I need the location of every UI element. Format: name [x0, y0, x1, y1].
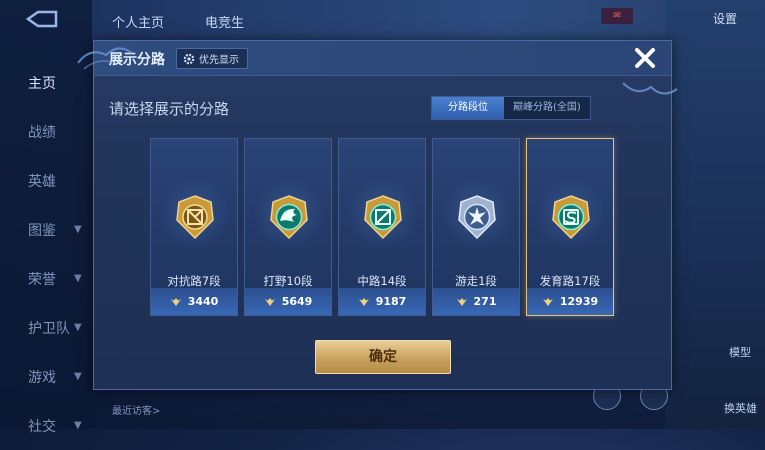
sidebar-item-label: 社交: [28, 418, 56, 435]
sidebar-item-record[interactable]: 战绩: [0, 107, 92, 156]
lane-score-value: 9187: [375, 295, 407, 308]
back-icon[interactable]: [22, 8, 62, 32]
sidebar-item-guard[interactable]: 护卫队 ▼: [0, 303, 92, 352]
tab-esports[interactable]: 电竞生: [205, 12, 244, 31]
lane-rank-label: 打野10段: [263, 274, 313, 288]
lane-card[interactable]: 打野10段 5649: [244, 138, 332, 316]
sidebar-item-label: 英雄: [28, 173, 56, 190]
cloud-ornament-icon: [77, 47, 133, 70]
side-nav: 主页 战绩 英雄 图鉴 ▼ 荣誉 ▼ 护卫队 ▼ 游戏 ▼ 社交 ▼: [0, 58, 92, 450]
sidebar-item-label: 主页: [28, 75, 56, 92]
lane-score-value: 5649: [281, 295, 313, 308]
sidebar-item-label: 图鉴: [28, 222, 56, 239]
lane-card[interactable]: 游走1段 271: [432, 138, 520, 316]
medal-icon: [358, 297, 369, 306]
recent-visitors-link[interactable]: 最近访客>: [112, 402, 160, 417]
sidebar-item-label: 护卫队: [28, 320, 70, 337]
hero-scene: [665, 0, 765, 429]
sidebar-item-codex[interactable]: 图鉴 ▼: [0, 205, 92, 254]
tab-lane-rank[interactable]: 分路段位: [432, 97, 504, 119]
sidebar-item-label: 游戏: [28, 369, 56, 386]
medal-icon: [456, 297, 467, 306]
chevron-down-icon: ▼: [74, 420, 82, 431]
priority-display-button[interactable]: 优先显示: [176, 48, 248, 69]
lane-rank-label: 对抗路7段: [167, 274, 221, 288]
priority-display-label: 优先显示: [199, 55, 239, 66]
dialog-subtitle: 请选择展示的分路: [109, 100, 230, 118]
lane-score: 5649: [245, 288, 331, 315]
tab-peak-lane[interactable]: 巅峰分路(全国): [504, 97, 590, 119]
clash-lane-emblem-icon: [176, 195, 214, 240]
roam-emblem-icon: [458, 195, 496, 240]
lane-score-value: 12939: [559, 295, 599, 308]
confirm-button[interactable]: 确定: [315, 340, 451, 374]
jungle-emblem-icon: [270, 195, 308, 240]
lane-card-selected[interactable]: 发育路17段 12939: [526, 138, 614, 316]
lane-rank-label: 中路14段: [357, 274, 407, 288]
sidebar-item-honor[interactable]: 荣誉 ▼: [0, 254, 92, 303]
lane-rank-label: 游走1段: [455, 274, 497, 288]
medal-icon: [170, 297, 181, 306]
medal-icon: [542, 297, 553, 306]
lane-card[interactable]: 中路14段 9187: [338, 138, 426, 316]
settings-button[interactable]: 设置: [713, 10, 737, 27]
lane-score: 271: [433, 288, 519, 315]
chevron-down-icon: ▼: [74, 322, 82, 333]
sidebar-item-label: 荣誉: [28, 271, 56, 288]
farm-lane-emblem-icon: [552, 195, 590, 240]
lane-score-value: 3440: [187, 295, 219, 308]
mail-icon[interactable]: ✉: [601, 8, 633, 24]
chevron-down-icon: ▼: [74, 224, 82, 235]
tab-profile[interactable]: 个人主页: [112, 12, 164, 31]
sidebar-item-heroes[interactable]: 英雄: [0, 156, 92, 205]
sidebar-item-label: 战绩: [28, 124, 56, 141]
medal-icon: [264, 297, 275, 306]
chevron-down-icon: ▼: [74, 273, 82, 284]
cloud-ornament-icon: [622, 82, 678, 95]
lane-mode-segment: 分路段位 巅峰分路(全国): [431, 96, 591, 120]
lane-score: 9187: [339, 288, 425, 315]
chevron-down-icon: ▼: [74, 371, 82, 382]
lane-score: 12939: [527, 288, 613, 315]
lane-card[interactable]: 对抗路7段 3440: [150, 138, 238, 316]
model-button[interactable]: 模型: [729, 344, 751, 360]
sidebar-item-games[interactable]: 游戏 ▼: [0, 352, 92, 401]
lane-rank-label: 发育路17段: [539, 274, 601, 288]
lane-score: 3440: [151, 288, 237, 315]
lane-display-dialog: 展示分路 优先显示 请选择展示的分路 分路段位 巅峰分路(全国) 对抗路7段 3…: [77, 40, 678, 390]
switch-hero-button[interactable]: 换英雄: [724, 400, 757, 416]
sidebar-item-social[interactable]: 社交 ▼: [0, 401, 92, 450]
gear-icon: [183, 53, 195, 64]
mid-lane-emblem-icon: [364, 195, 402, 240]
dialog-header: 展示分路 优先显示: [94, 41, 671, 76]
lane-score-value: 271: [473, 295, 497, 308]
